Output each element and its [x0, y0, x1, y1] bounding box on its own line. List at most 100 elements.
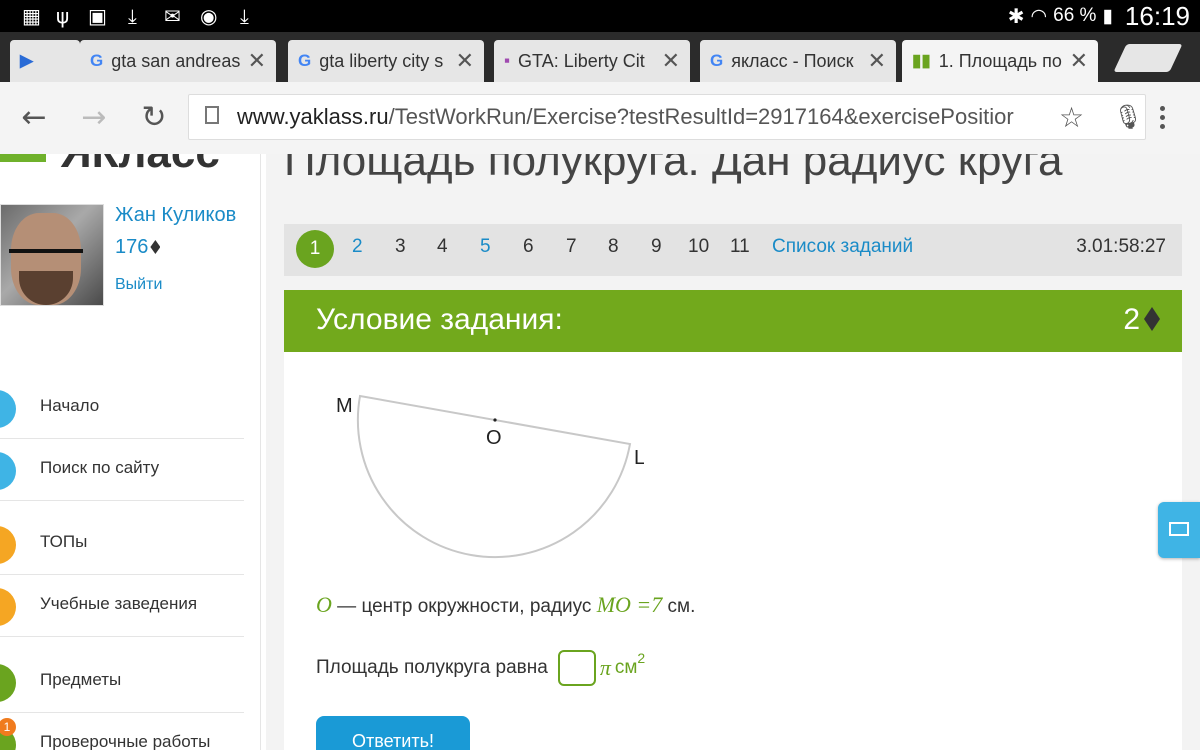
pager-item-6[interactable]: 6	[523, 236, 534, 258]
school-icon	[0, 588, 16, 626]
condition-header: Условие задания: 2	[284, 290, 1182, 352]
tab-gta-liberty-city[interactable]: G gta liberty city s ✕	[288, 40, 484, 82]
tab-title: gta liberty city s	[319, 50, 444, 71]
notification-badge: 1	[0, 718, 16, 736]
label-m: M	[336, 395, 353, 417]
mail-icon: ✉	[164, 4, 181, 28]
sidebar-item-label: ТОПы	[40, 532, 88, 551]
page-title: Площадь полукруга. Дан радиус круга	[284, 154, 1063, 185]
tab-title: GTA: Liberty Cit	[518, 50, 645, 71]
download-icon: ⤓	[128, 4, 137, 28]
logout-link[interactable]: Выйти	[115, 276, 162, 294]
label-l: L	[634, 447, 644, 469]
unit: см.	[662, 596, 696, 617]
logo-mark	[0, 154, 46, 162]
unit-exponent: 2	[637, 650, 646, 666]
sidebar-item-label: Проверочные работы	[40, 732, 211, 750]
web-page: ЯКласс Жан Куликов 176 Выйти Начало Поис…	[0, 154, 1200, 750]
overflow-menu-icon[interactable]	[1160, 102, 1165, 133]
condition-text: O — центр окружности, радиус MO =7 см.	[316, 592, 695, 618]
page-icon: ▶	[20, 51, 34, 70]
submit-button[interactable]: Ответить!	[316, 716, 470, 750]
sidebar-item-label: Учебные заведения	[40, 594, 198, 613]
subjects-icon	[0, 664, 16, 702]
diamond-icon	[150, 240, 161, 254]
pager-item-9[interactable]: 9	[651, 236, 662, 258]
clock: 16:19	[1124, 0, 1190, 31]
sidebar-item-subjects[interactable]: Предметы	[0, 650, 244, 713]
tasks-list-link[interactable]: Список заданий	[772, 236, 913, 258]
tab-gta-san-andreas[interactable]: G gta san andreas ✕	[80, 40, 276, 82]
download-icon-2: ⤓	[240, 4, 249, 28]
tab-pinned[interactable]: ▶	[10, 40, 80, 82]
tab-strip: ▶ G gta san andreas ✕ G gta liberty city…	[0, 32, 1200, 82]
status-bar: ▦ ψ ▣ ⤓ ✉ ◉ ⤓ ✱ ◠ 66 % ▮ 16:19	[0, 0, 1200, 32]
pager-item-7[interactable]: 7	[566, 236, 577, 258]
sidebar-item-label: Предметы	[40, 670, 122, 689]
close-icon[interactable]: ✕	[662, 48, 680, 74]
close-icon[interactable]: ✕	[248, 48, 266, 74]
pager-item-4[interactable]: 4	[437, 236, 448, 258]
sidebar: ЯКласс Жан Куликов 176 Выйти Начало Поис…	[0, 154, 261, 750]
timer: 3.01:58:27	[1076, 236, 1166, 257]
condition-phrase: — центр окружности, радиус	[331, 596, 597, 617]
exercise-pager: 1 2 3 4 5 6 7 8 9 10 11 Список заданий 3…	[284, 224, 1182, 276]
tab-current[interactable]: ▮▮ 1. Площадь по ✕	[902, 40, 1098, 82]
site-icon: ▪	[504, 51, 511, 70]
pager-item-10[interactable]: 10	[688, 236, 709, 258]
feedback-mail-button[interactable]	[1158, 502, 1200, 558]
microphone-icon[interactable]: 🎙	[1113, 103, 1143, 132]
answer-line: Площадь полукруга равна π см 2	[316, 650, 645, 686]
close-icon[interactable]: ✕	[868, 48, 886, 74]
usb-icon: ψ	[56, 4, 70, 28]
answer-input[interactable]	[557, 650, 596, 686]
sidebar-item-schools[interactable]: Учебные заведения	[0, 574, 244, 637]
tab-yaklass-search[interactable]: G якласс - Поиск ✕	[700, 40, 896, 82]
pager-item-2[interactable]: 2	[352, 236, 363, 258]
trophy-icon	[0, 526, 16, 564]
sidebar-item-home[interactable]: Начало	[0, 376, 244, 439]
diamond-icon	[1144, 307, 1160, 331]
main-content: Площадь полукруга. Дан радиус круга 1 2 …	[266, 154, 1200, 750]
points: 2	[1123, 303, 1160, 337]
new-tab-button[interactable]	[1113, 44, 1183, 72]
pager-item-11[interactable]: 11	[730, 236, 750, 258]
sidebar-item-label: Поиск по сайту	[40, 458, 160, 477]
answer-unit: см	[614, 657, 638, 678]
close-icon[interactable]: ✕	[1070, 48, 1088, 74]
tab-gta-liberty-city-2[interactable]: ▪ GTA: Liberty Cit ✕	[494, 40, 690, 82]
mo-formula: MO =7	[596, 592, 663, 617]
pager-item-8[interactable]: 8	[608, 236, 619, 258]
bookmark-star-icon[interactable]: ☆	[1059, 101, 1084, 134]
tab-title: 1. Площадь по	[938, 50, 1062, 71]
site-logo[interactable]: ЯКласс	[60, 154, 220, 178]
sidebar-item-search[interactable]: Поиск по сайту	[0, 438, 244, 501]
google-icon: G	[710, 51, 724, 70]
user-score[interactable]: 176	[115, 236, 161, 259]
address-bar[interactable]: www.yaklass.ru/TestWorkRun/Exercise?test…	[188, 94, 1146, 140]
pager-item-1[interactable]: 1	[296, 230, 334, 268]
image-icon: ▣	[88, 4, 107, 28]
tab-title: gta san andreas	[111, 50, 241, 71]
avatar[interactable]	[0, 204, 104, 306]
center-point	[493, 418, 497, 422]
back-icon[interactable]: ←	[14, 98, 54, 138]
notification-icon: ▦	[22, 4, 41, 28]
close-icon[interactable]: ✕	[456, 48, 474, 74]
envelope-icon	[1169, 522, 1189, 536]
pager-item-3[interactable]: 3	[395, 236, 406, 258]
sidebar-item-label: Начало	[40, 396, 100, 415]
pager-item-5[interactable]: 5	[480, 236, 491, 258]
sidebar-item-tops[interactable]: ТОПы	[0, 512, 244, 575]
answer-prompt: Площадь полукруга равна	[316, 657, 548, 678]
browser-toolbar: ← → ↻ www.yaklass.ru/TestWorkRun/Exercis…	[0, 82, 1200, 155]
pi-symbol: π	[599, 655, 611, 680]
user-name[interactable]: Жан Куликов	[115, 204, 236, 227]
forward-icon[interactable]: →	[74, 98, 114, 138]
sidebar-item-tests[interactable]: 1 Проверочные работы	[0, 712, 244, 750]
page-icon	[205, 106, 219, 124]
o-symbol: O	[316, 592, 332, 617]
google-icon: G	[298, 51, 312, 70]
reload-icon[interactable]: ↻	[134, 98, 174, 138]
url-text[interactable]: www.yaklass.ru/TestWorkRun/Exercise?test…	[237, 104, 1047, 130]
